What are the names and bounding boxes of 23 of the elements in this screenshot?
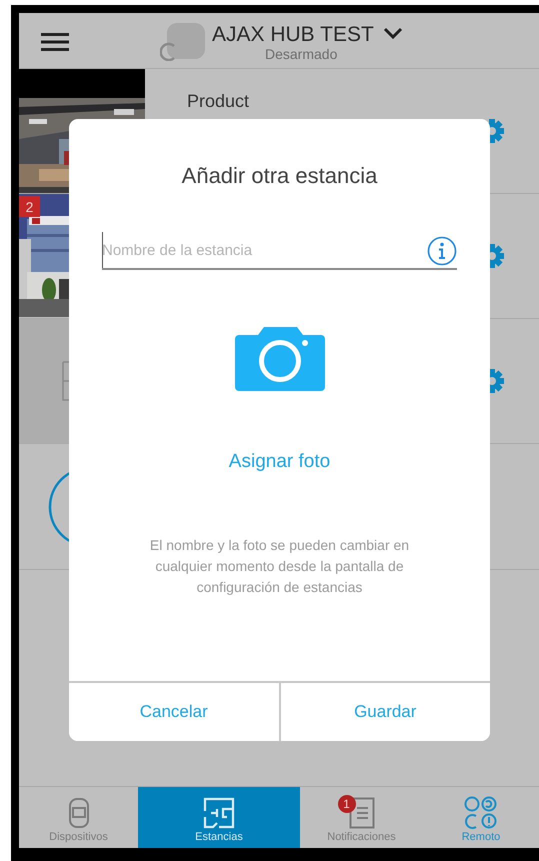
help-text: El nombre y la foto se pueden cambiar en cualquier momento desde la pantalla de configuración de estancias: [148, 536, 410, 597]
nav-tab[interactable]: Estancias: [138, 787, 300, 848]
info-icon[interactable]: [427, 236, 457, 266]
menu-icon[interactable]: [41, 33, 69, 51]
camera-icon[interactable]: [234, 327, 324, 391]
remote-buttons-icon: [464, 796, 498, 830]
save-button[interactable]: Guardar: [278, 683, 490, 741]
nav-tab[interactable]: Remoto: [423, 787, 539, 848]
nav-tab[interactable]: Dispositivos: [19, 787, 138, 848]
hub-name[interactable]: AJAX HUB TEST: [212, 23, 374, 47]
dialog-title: Añadir otra estancia: [182, 163, 378, 189]
room-name-field[interactable]: Nombre de la estancia: [102, 232, 457, 270]
room-name[interactable]: Product: [187, 91, 250, 112]
count-badge: 2: [19, 196, 40, 217]
hub-icon: [160, 23, 206, 61]
nav-tab[interactable]: 1 Notificaciones: [300, 787, 423, 848]
chevron-down-icon[interactable]: [383, 27, 403, 40]
hub-status: Desarmado: [265, 46, 338, 62]
notification-badge: 1: [338, 795, 356, 813]
document-icon: [348, 797, 374, 829]
assign-photo-link[interactable]: Asignar foto: [228, 451, 330, 473]
motion-sensor-icon: [68, 797, 90, 829]
floor-plan-icon: [203, 797, 235, 829]
